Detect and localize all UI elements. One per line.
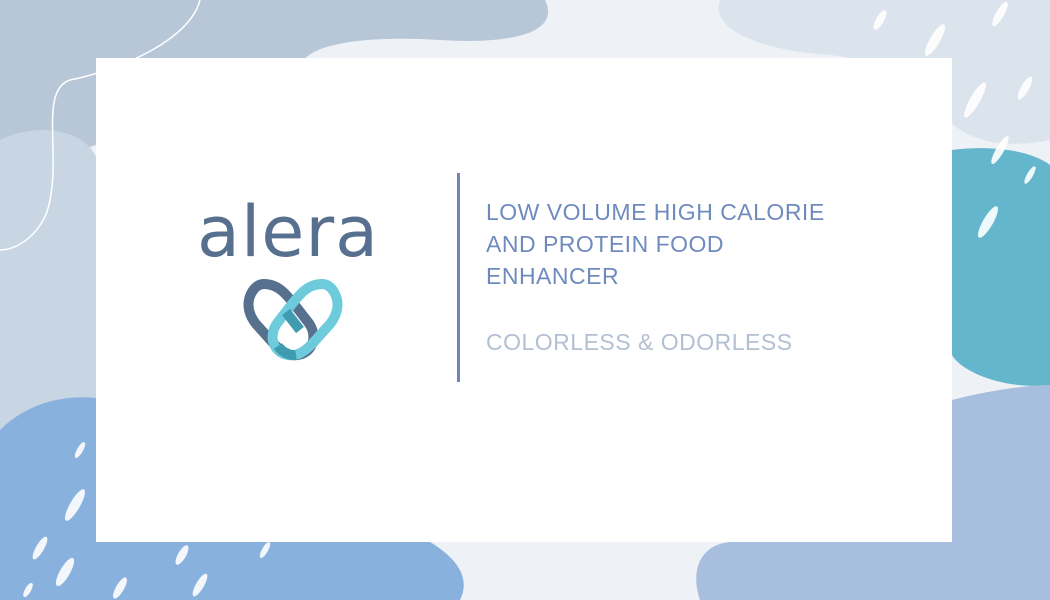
product-headline: LOW VOLUME HIGH CALORIE AND PROTEIN FOOD…: [486, 196, 916, 292]
left-blob: [0, 130, 100, 437]
headline-line-3: ENHANCER: [486, 263, 620, 289]
headline-line-1: LOW VOLUME HIGH CALORIE: [486, 199, 825, 225]
right-teal-blob: [952, 148, 1050, 386]
vertical-divider: [457, 173, 460, 382]
content-card: alera LOW VOLUME HIGH CALORIE AND PROTEI…: [96, 58, 952, 542]
interlocking-heart-icon: [243, 278, 343, 361]
brand-wordmark: alera: [196, 191, 380, 273]
product-subline: COLORLESS & ODORLESS: [486, 329, 793, 355]
headline-line-2: AND PROTEIN FOOD: [486, 231, 725, 257]
